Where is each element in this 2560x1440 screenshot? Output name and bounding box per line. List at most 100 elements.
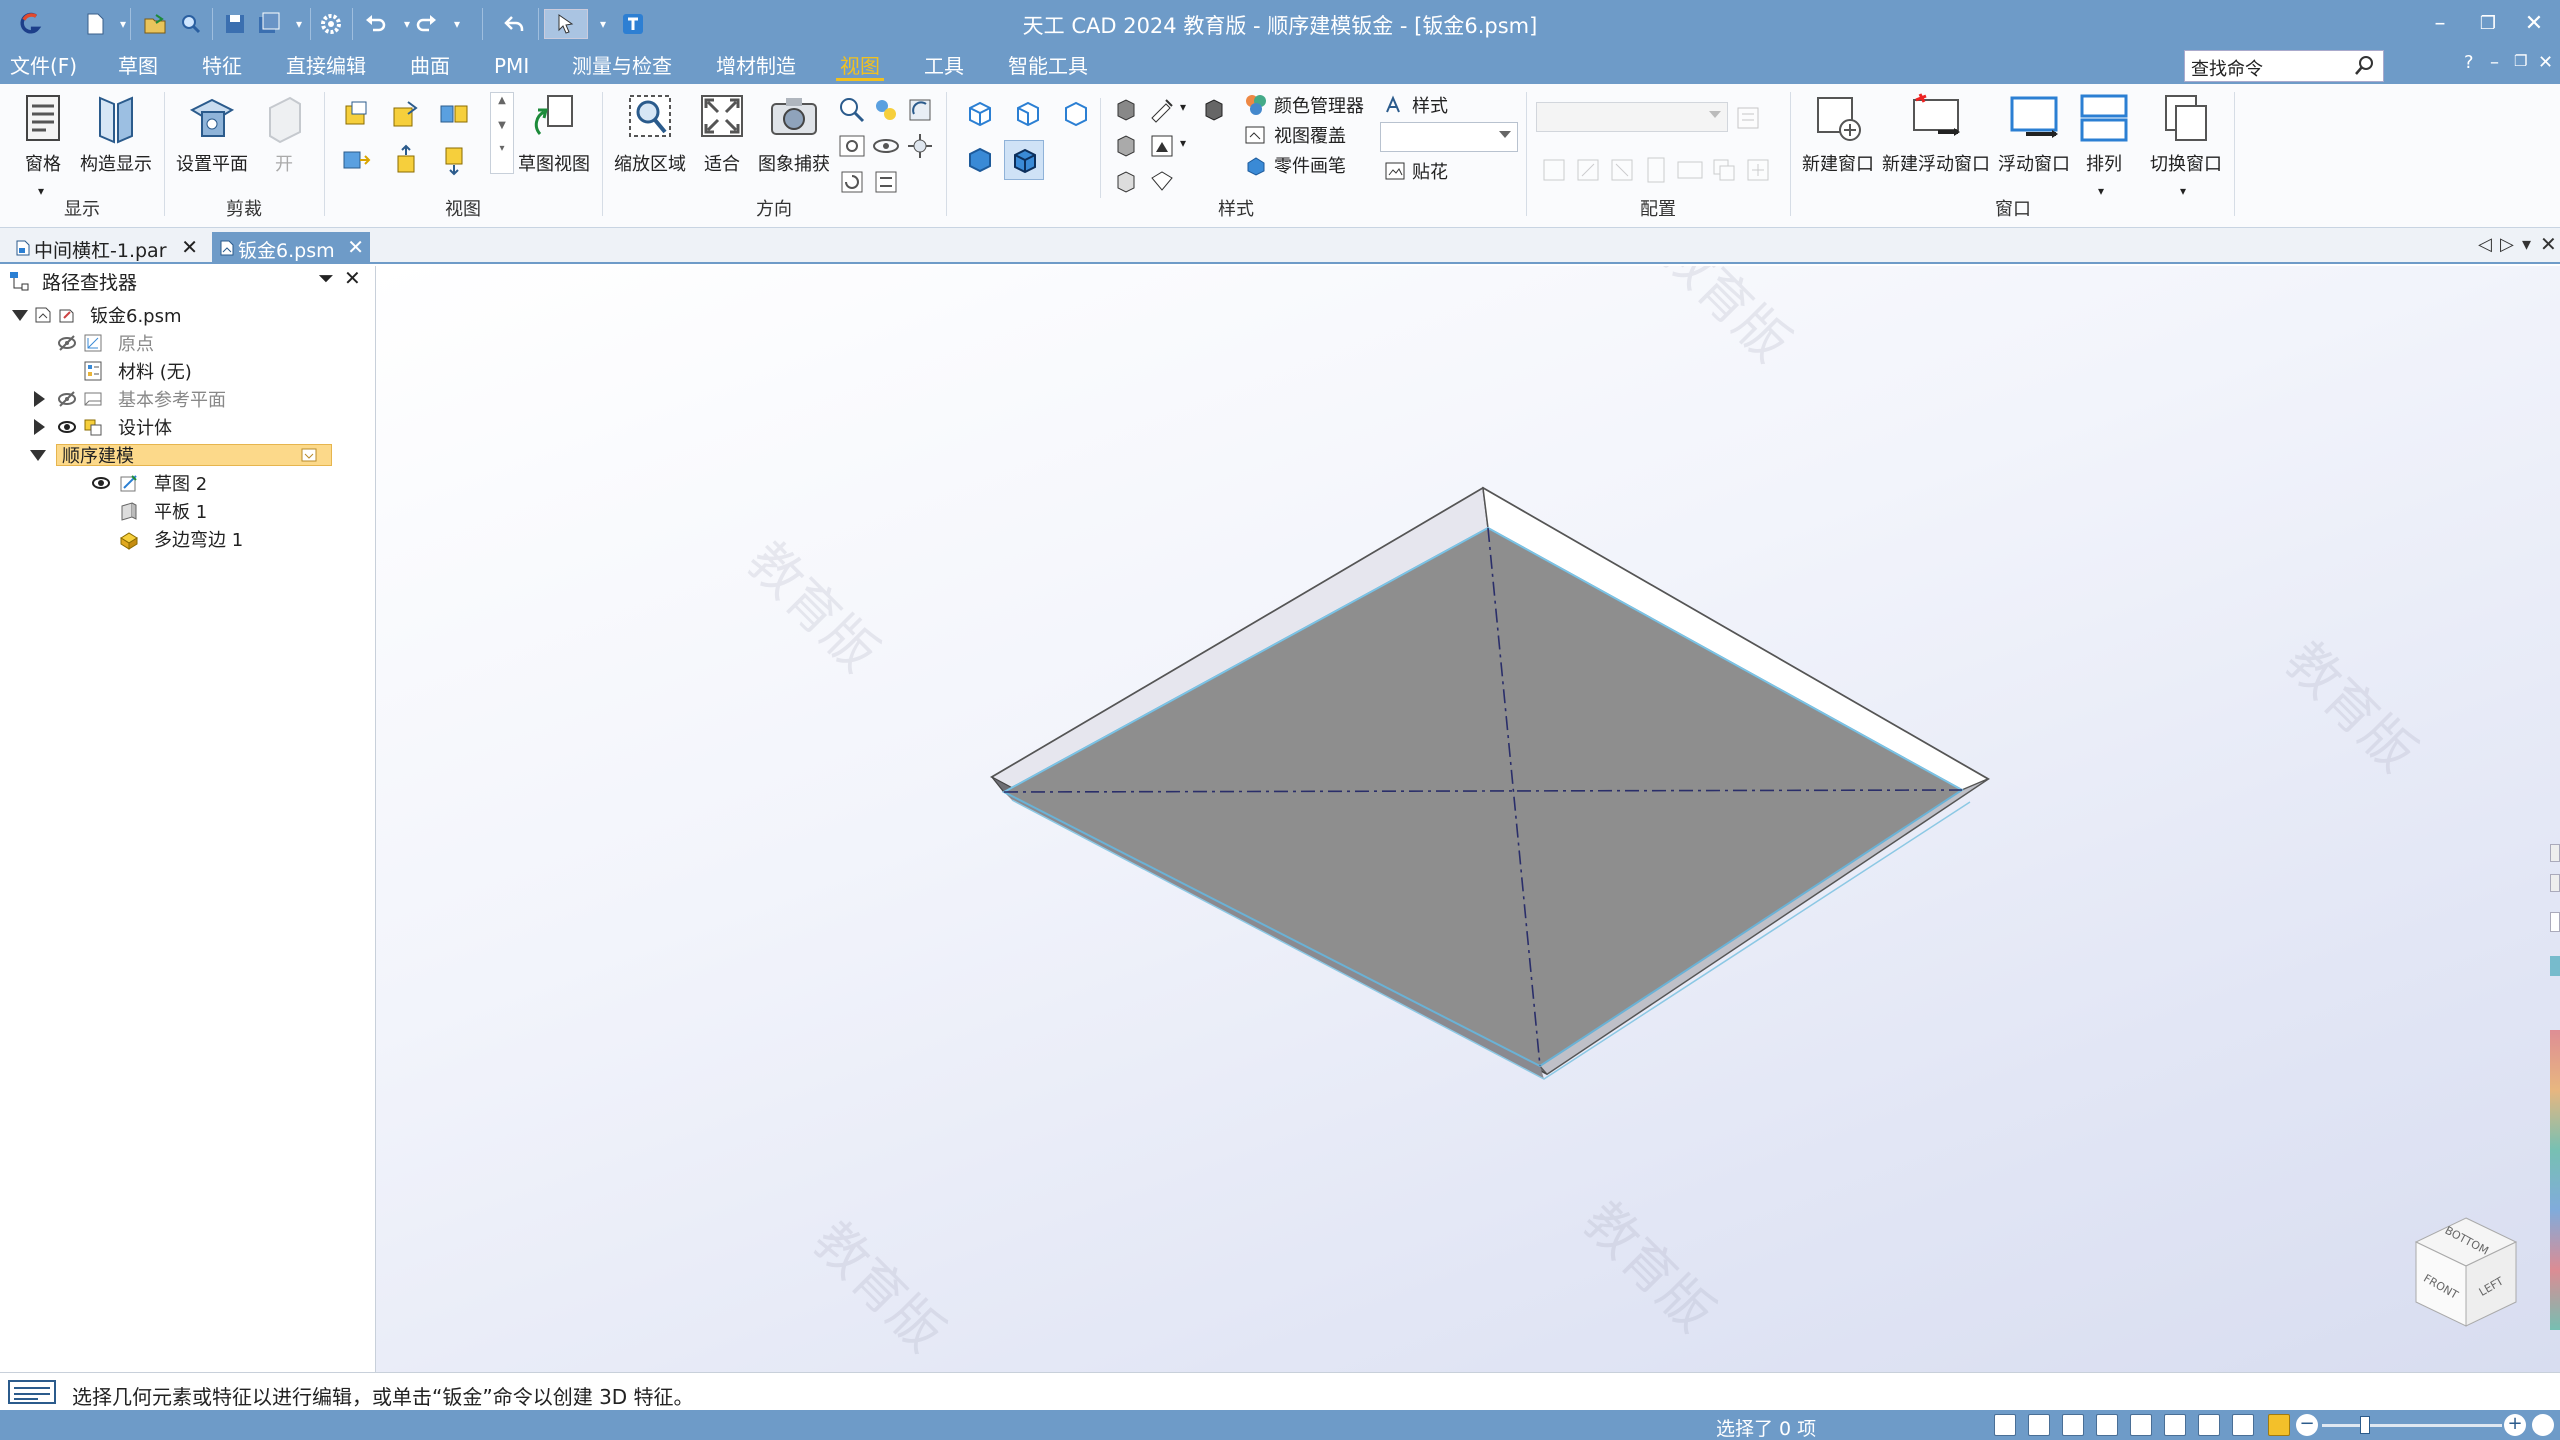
switch-window-button[interactable]: 切换窗口 — [2146, 90, 2226, 180]
background-icon[interactable] — [1146, 130, 1178, 162]
view-orient-icon[interactable] — [836, 130, 868, 162]
open-clip-button[interactable]: 开 — [256, 90, 312, 180]
zoom-slider-thumb[interactable] — [2360, 1416, 2370, 1434]
arrange-button[interactable]: 排列 — [2076, 90, 2132, 180]
dock-tool-column[interactable] — [2550, 1030, 2560, 1330]
collapse-icon[interactable] — [12, 310, 28, 321]
paint-dropdown-icon[interactable]: ▾ — [1180, 100, 1186, 114]
spin-about-icon[interactable] — [870, 130, 902, 162]
doc-restore-icon[interactable]: ❐ — [2514, 52, 2527, 70]
tab-list-icon[interactable]: ▾ — [2522, 234, 2531, 255]
status-fit-icon[interactable] — [1994, 1414, 2016, 1436]
status-spin-icon[interactable] — [2198, 1414, 2220, 1436]
menu-surface[interactable]: 曲面 — [406, 53, 454, 81]
render-icon[interactable] — [1110, 94, 1142, 126]
status-zoom-icon[interactable] — [2062, 1414, 2084, 1436]
zoom-in-icon[interactable]: + — [2504, 1414, 2526, 1436]
menu-pmi[interactable]: PMI — [490, 53, 533, 81]
tree-item-origin[interactable]: 原点 — [0, 330, 376, 356]
view-paste-icon[interactable] — [390, 98, 422, 130]
view-up-icon[interactable] — [390, 144, 422, 176]
visible-eye-icon[interactable] — [56, 416, 78, 438]
float-window-button[interactable]: 浮动窗口 — [1996, 90, 2072, 180]
sketch-view-button[interactable]: 草图视图 — [518, 90, 590, 180]
zoom-out-icon[interactable]: − — [2296, 1414, 2318, 1436]
ordered-modeling-menu-icon[interactable] — [300, 446, 318, 464]
tree-item-base-planes[interactable]: 基本参考平面 — [0, 386, 376, 412]
zoom-slider-track[interactable] — [2322, 1424, 2502, 1427]
construct-display-button[interactable]: 构造显示 — [78, 90, 154, 180]
menu-direct-edit[interactable]: 直接编辑 — [282, 53, 370, 81]
tab-middle-bar-par[interactable]: 中间横杠-1.par ✕ — [8, 232, 204, 264]
pathfinder-close-icon[interactable]: ✕ — [344, 266, 361, 290]
shaded-view-icon[interactable] — [964, 144, 996, 176]
tree-item-sketch-2[interactable]: 草图 2 — [0, 470, 376, 496]
config-save-icon[interactable] — [1732, 102, 1764, 134]
shadow-icon[interactable] — [1110, 130, 1142, 162]
style-select[interactable] — [1380, 122, 1518, 152]
expand-icon[interactable] — [34, 391, 45, 407]
tree-item-contour-flange-1[interactable]: 多边弯边 1 — [0, 526, 376, 552]
status-pan-icon[interactable] — [2096, 1414, 2118, 1436]
decal-button[interactable]: 贴花 — [1384, 158, 1448, 184]
status-render-icon[interactable] — [2232, 1414, 2254, 1436]
dock-tool-icon[interactable] — [2550, 912, 2560, 932]
previous-view-icon[interactable] — [870, 166, 902, 198]
menu-file[interactable]: 文件(F) — [6, 53, 81, 81]
tree-item-part[interactable]: 钣金6.psm — [0, 302, 376, 328]
sheetmetal-tray-model[interactable] — [376, 266, 2560, 1372]
restore-icon[interactable]: ❐ — [2466, 8, 2510, 40]
status-extra-icon[interactable] — [2532, 1414, 2554, 1436]
pane-button[interactable]: 窗格 — [14, 90, 72, 180]
view-gallery-scroll[interactable]: ▲ ▼ ▾ — [490, 92, 514, 174]
search-icon[interactable] — [2352, 54, 2378, 78]
status-view-icon[interactable] — [2164, 1414, 2186, 1436]
menu-measure-inspect[interactable]: 测量与检查 — [568, 53, 676, 81]
dock-tool-icon[interactable] — [2550, 956, 2560, 976]
color-manager-button[interactable]: 颜色管理器 — [1244, 92, 1364, 118]
new-window-button[interactable]: 新建窗口 — [1800, 90, 1876, 180]
style-button[interactable]: 样式 — [1384, 92, 1448, 118]
set-plane-button[interactable]: 设置平面 — [174, 90, 250, 180]
iso-view-icon[interactable] — [964, 98, 996, 130]
doc-close-icon[interactable]: ✕ — [2538, 52, 2553, 73]
view-cube-icon[interactable]: BOTTOM FRONT LEFT — [2406, 1210, 2526, 1340]
tab-scroll-right-icon[interactable]: ▷ — [2500, 234, 2514, 255]
zoom-area-button[interactable]: 缩放区域 — [612, 90, 688, 180]
minimize-icon[interactable]: – — [2418, 8, 2462, 40]
image-capture-button[interactable]: 图象捕获 — [756, 90, 832, 180]
tree-item-tab-1[interactable]: 平板 1 — [0, 498, 376, 524]
config-tool-5-icon[interactable] — [1674, 154, 1706, 186]
status-color-icon[interactable] — [2268, 1414, 2290, 1436]
cube-style-icon[interactable] — [1198, 94, 1230, 126]
config-tool-3-icon[interactable] — [1606, 154, 1638, 186]
visible-eye-icon[interactable] — [90, 472, 112, 494]
close-icon[interactable]: ✕ — [2512, 8, 2556, 40]
trimetric-view-icon[interactable] — [1060, 98, 1092, 130]
tab-close-all-icon[interactable]: ✕ — [2540, 232, 2557, 256]
tree-item-design-body[interactable]: 设计体 — [0, 414, 376, 440]
hidden-eye-icon[interactable] — [56, 388, 78, 410]
help-icon[interactable]: ? — [2464, 52, 2474, 73]
tab-scroll-left-icon[interactable]: ◁ — [2478, 234, 2492, 255]
dock-tool-icon[interactable] — [2550, 844, 2560, 862]
status-rotate-icon[interactable] — [2130, 1414, 2152, 1436]
menu-additive[interactable]: 增材制造 — [712, 53, 800, 81]
tab-close-icon[interactable]: ✕ — [347, 235, 364, 259]
background-dropdown-icon[interactable]: ▾ — [1180, 136, 1186, 150]
lights-icon[interactable] — [1110, 166, 1142, 198]
dimetric-view-icon[interactable] — [1012, 98, 1044, 130]
rotate-view-icon[interactable] — [836, 166, 868, 198]
view-copy-icon[interactable] — [340, 98, 372, 130]
fit-button[interactable]: 适合 — [694, 90, 750, 180]
config-tool-1-icon[interactable] — [1538, 154, 1570, 186]
shaded-visible-edges-button[interactable] — [1004, 140, 1044, 180]
paint-icon[interactable] — [1146, 94, 1178, 126]
view-down-icon[interactable] — [438, 144, 470, 176]
zoom-icon[interactable] — [836, 94, 868, 126]
pan-icon[interactable] — [870, 94, 902, 126]
new-float-window-button[interactable]: 新建浮动窗口 — [1880, 90, 1992, 180]
menu-feature[interactable]: 特征 — [198, 53, 246, 81]
view-overlay-button[interactable]: 视图覆盖 — [1244, 122, 1346, 148]
config-tool-4-icon[interactable] — [1640, 154, 1672, 186]
